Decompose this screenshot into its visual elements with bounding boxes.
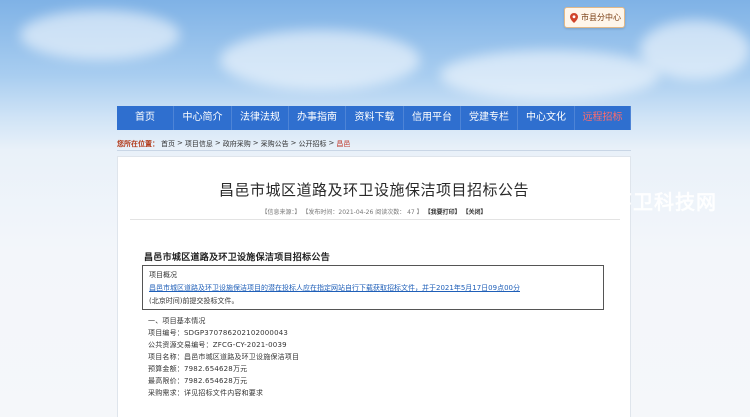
- nav-item-about[interactable]: 中心简介: [174, 106, 232, 130]
- breadcrumb-separator: >: [177, 139, 183, 147]
- main-nav: 首页 中心简介 法律法规 办事指南 资料下载 信用平台 党建专栏 中心文化 远程…: [117, 106, 631, 130]
- nav-item-party[interactable]: 党建专栏: [461, 106, 518, 130]
- article-panel: 昌邑市城区道路及环卫设施保洁项目招标公告 【信息来源：】 【发布时间：2021-…: [117, 156, 631, 417]
- overview-heading: 项目概况: [149, 271, 177, 279]
- title-divider: [130, 219, 620, 220]
- breadcrumb: 您所在位置： 首页 > 项目信息 > 政府采购 > 采购公告 > 公开招标 > …: [117, 139, 350, 149]
- overview-text-cont: (北京时间)前提交投标文件。: [149, 297, 239, 305]
- breadcrumb-separator: >: [214, 139, 221, 147]
- close-link[interactable]: 【关闭】: [463, 209, 487, 216]
- document-heading: 昌邑市城区道路及环卫设施保洁项目招标公告: [144, 253, 331, 263]
- procurement-requirement: 采购需求：详见招标文件内容和要求: [148, 389, 264, 397]
- nav-item-credit[interactable]: 信用平台: [404, 106, 461, 130]
- nav-item-remote-bidding[interactable]: 远程招标: [575, 106, 631, 130]
- max-price: 最高限价：7982.654628万元: [148, 377, 248, 385]
- section-heading: 一、项目基本情况: [148, 317, 206, 325]
- nav-item-downloads[interactable]: 资料下载: [346, 106, 404, 130]
- print-link[interactable]: 【我要打印】: [425, 209, 461, 216]
- sky-cloud: [440, 50, 660, 100]
- budget-amount: 预算金额：7982.654628万元: [148, 365, 248, 373]
- breadcrumb-item[interactable]: 项目信息: [185, 139, 213, 149]
- breadcrumb-separator: >: [252, 139, 259, 147]
- sky-cloud: [20, 10, 180, 60]
- project-number: 项目编号：SDGP370786202102000043: [148, 329, 289, 337]
- project-name: 项目名称：昌邑市城区道路及环卫设施保洁项目: [148, 353, 300, 361]
- overview-text: 昌邑市城区道路及环卫设施保洁项目的潜在投标人应在指定网站自行下载获取招标文件，并…: [149, 284, 520, 292]
- breadcrumb-item-current[interactable]: 昌邑: [336, 139, 350, 149]
- nav-item-culture[interactable]: 中心文化: [518, 106, 575, 130]
- sky-cloud: [640, 20, 750, 80]
- meta-time: 【发布时间：2021-04-26: [302, 209, 374, 216]
- breadcrumb-label: 您所在位置：: [117, 140, 159, 148]
- project-overview-box: 项目概况 昌邑市城区道路及环卫设施保洁项目的潜在投标人应在指定网站自行下载获取招…: [142, 265, 604, 310]
- meta-views: 阅读次数： 47 】: [375, 209, 423, 216]
- meta-source: 【信息来源：】: [261, 209, 301, 216]
- breadcrumb-item[interactable]: 采购公告: [261, 139, 289, 149]
- watermark-text: 环卫科技网: [612, 190, 717, 214]
- nav-item-home[interactable]: 首页: [117, 106, 174, 130]
- breadcrumb-item[interactable]: 政府采购: [223, 139, 251, 149]
- region-branch-button[interactable]: 市县分中心: [564, 7, 625, 28]
- article-title: 昌邑市城区道路及环卫设施保洁项目招标公告: [218, 181, 529, 199]
- breadcrumb-item[interactable]: 公开招标: [299, 139, 327, 149]
- nav-item-guide[interactable]: 办事指南: [289, 106, 346, 130]
- breadcrumb-separator: >: [328, 139, 335, 147]
- project-info-list: 一、项目基本情况 项目编号：SDGP370786202102000043 公共资…: [148, 315, 299, 399]
- nav-item-laws[interactable]: 法律法规: [232, 106, 289, 130]
- breadcrumb-separator: >: [290, 139, 297, 147]
- sky-cloud: [220, 30, 420, 90]
- site-watermark: 环卫科技网: [582, 186, 717, 215]
- trade-number: 公共资源交易编号：ZFCG-CY-2021-0039: [148, 341, 287, 349]
- breadcrumb-item[interactable]: 首页: [161, 139, 175, 149]
- watermark-logo-icon: [582, 187, 608, 214]
- article-meta: 【信息来源：】 【发布时间：2021-04-26 阅读次数： 47 】 【我要打…: [118, 207, 630, 216]
- location-pin-icon: [570, 12, 578, 23]
- breadcrumb-divider: [117, 150, 631, 151]
- region-branch-label: 市县分中心: [581, 13, 621, 22]
